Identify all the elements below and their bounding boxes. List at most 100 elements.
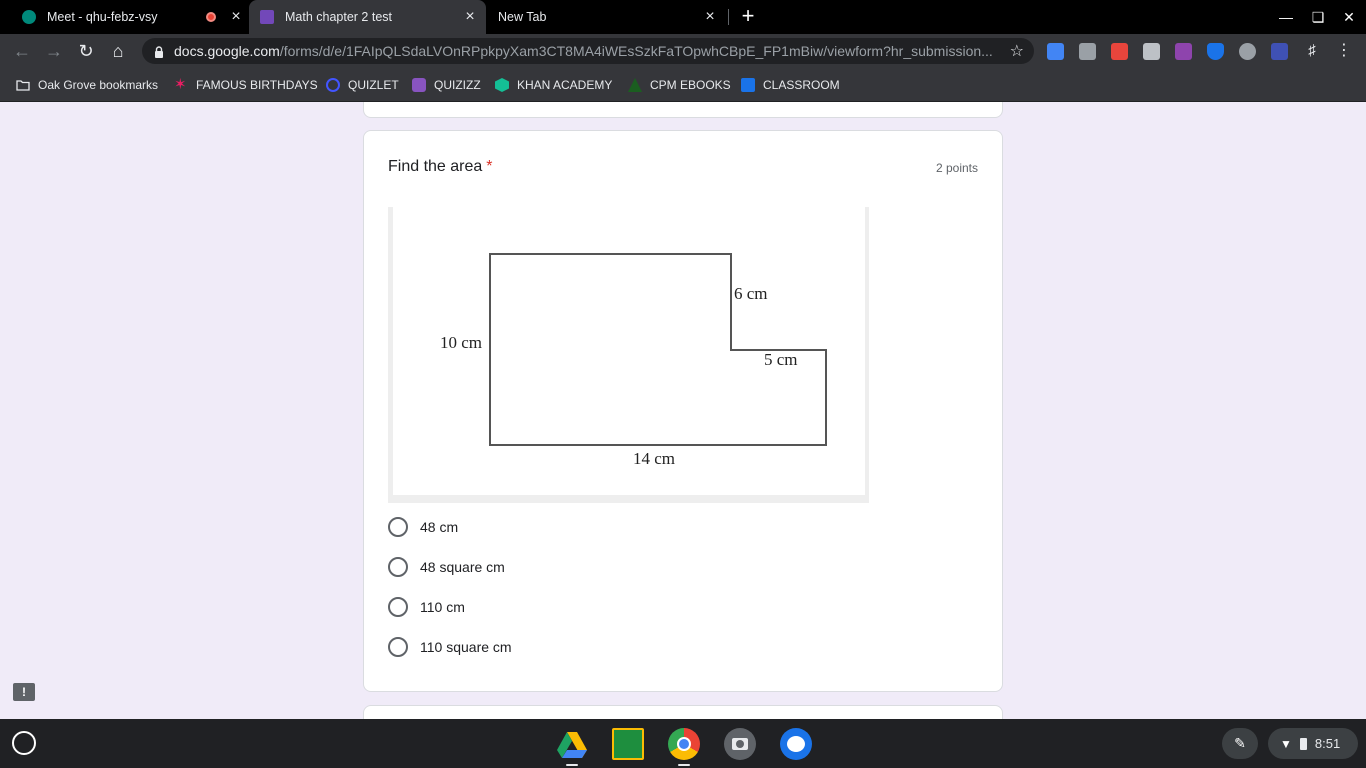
chrome-icon[interactable]	[668, 728, 700, 760]
tab-new-tab[interactable]: New Tab ×	[488, 0, 724, 34]
bookmark-star-icon[interactable]: ☆	[1010, 41, 1024, 61]
tab-meet[interactable]: Meet - qhu-febz-vsy ×	[12, 0, 244, 34]
pen-icon: ✎	[1234, 735, 1246, 751]
screencastify-icon[interactable]	[1111, 43, 1128, 60]
radio-button[interactable]	[388, 517, 408, 537]
forward-icon[interactable]: →	[42, 39, 66, 63]
readwrite-icon[interactable]	[1175, 43, 1192, 60]
system-tray[interactable]: ▼ 8:51	[1268, 728, 1358, 759]
c-extension-icon[interactable]	[1271, 43, 1288, 60]
option-48-square-cm[interactable]: 48 square cm	[388, 555, 505, 579]
home-icon[interactable]: ⌂	[106, 39, 130, 63]
option-label: 48 cm	[420, 519, 459, 535]
address-bar[interactable]: docs.google.com/forms/d/e/1FAIpQLSdaLVOn…	[142, 38, 1034, 64]
minimize-icon[interactable]: —	[1277, 8, 1295, 26]
bookmark-label: QUIZLET	[348, 78, 399, 92]
back-icon[interactable]: ←	[10, 39, 34, 63]
close-window-icon[interactable]: ✕	[1340, 8, 1358, 26]
lock-icon	[154, 45, 164, 58]
google-drive-icon[interactable]	[556, 728, 588, 760]
option-label: 48 square cm	[420, 559, 505, 575]
figure-canvas: 6 cm 10 cm 5 cm 14 cm	[393, 207, 865, 495]
camera-icon[interactable]	[724, 728, 756, 760]
tab-title: Meet - qhu-febz-vsy	[47, 10, 158, 24]
menu-kebab-icon[interactable]: ⋮	[1332, 39, 1356, 63]
question-title: Find the area *	[388, 158, 493, 176]
question-card: Find the area * 2 points 6 cm 10 cm 5 cm …	[363, 130, 1003, 692]
famous-birthdays-icon: ✶	[174, 76, 187, 93]
close-icon[interactable]: ×	[702, 8, 718, 25]
clock: 8:51	[1314, 736, 1341, 751]
google-forms-icon	[260, 10, 274, 24]
classroom-icon	[741, 78, 755, 92]
bookmark-label: Oak Grove bookmarks	[38, 78, 159, 92]
question-image: 6 cm 10 cm 5 cm 14 cm	[388, 207, 869, 503]
os-shelf: ✎ ▼ 8:51	[0, 719, 1366, 768]
google-classroom-icon[interactable]	[612, 728, 644, 760]
khan-academy-icon	[495, 78, 509, 92]
wifi-icon: ▼	[1280, 736, 1292, 751]
bookmark-label: KHAN ACADEMY	[517, 78, 613, 92]
folder-icon	[16, 78, 30, 92]
shield-icon[interactable]	[1207, 43, 1224, 60]
tab-title: Math chapter 2 test	[285, 10, 393, 24]
points-label: 2 points	[935, 161, 978, 175]
tab-math-chapter-2-test[interactable]: Math chapter 2 test ×	[249, 0, 486, 34]
recording-icon	[206, 12, 216, 22]
previous-question-card	[363, 102, 1003, 118]
radio-button[interactable]	[388, 637, 408, 657]
option-label: 110 cm	[420, 599, 465, 615]
print-extension-icon[interactable]	[1079, 43, 1096, 60]
option-110-cm[interactable]: 110 cm	[388, 595, 465, 619]
bookmark-quizizz[interactable]: QUIZIZZ	[412, 68, 481, 102]
url-text: docs.google.com/forms/d/e/1FAIpQLSdaLVOn…	[174, 43, 992, 59]
bookmark-classroom[interactable]: CLASSROOM	[741, 68, 840, 102]
radio-button[interactable]	[388, 597, 408, 617]
bookmark-label: CPM EBOOKS	[650, 78, 731, 92]
label-5cm: 5 cm	[764, 350, 798, 369]
radio-button[interactable]	[388, 557, 408, 577]
quizlet-icon	[326, 78, 340, 92]
running-indicator	[566, 764, 578, 766]
label-6cm: 6 cm	[734, 284, 768, 303]
form-page[interactable]: Find the area * 2 points 6 cm 10 cm 5 cm …	[0, 102, 1366, 719]
bookmark-quizlet[interactable]: QUIZLET	[326, 68, 399, 102]
bookmark-khan-academy[interactable]: KHAN ACADEMY	[495, 68, 612, 102]
label-14cm: 14 cm	[633, 449, 675, 468]
bookmarks-bar: Oak Grove bookmarks ✶ FAMOUS BIRTHDAYS Q…	[0, 68, 1366, 102]
option-110-square-cm[interactable]: 110 square cm	[388, 635, 512, 659]
next-question-card	[363, 705, 1003, 719]
required-asterisk: *	[486, 158, 493, 175]
bookmark-label: QUIZIZZ	[434, 78, 481, 92]
tab-strip: Meet - qhu-febz-vsy × Math chapter 2 tes…	[0, 0, 1366, 34]
new-tab-button[interactable]: +	[738, 5, 758, 27]
extensions-puzzle-icon[interactable]: ♯	[1300, 39, 1324, 63]
question-title-text: Find the area	[388, 158, 483, 175]
stylus-tools-button[interactable]: ✎	[1222, 728, 1258, 759]
bookmark-cpm-ebooks[interactable]: CPM EBOOKS	[628, 68, 731, 102]
tab-title: New Tab	[498, 10, 547, 24]
close-icon[interactable]: ×	[462, 8, 478, 25]
location-extension-icon[interactable]	[1239, 43, 1256, 60]
reload-icon[interactable]: ↻	[74, 39, 98, 63]
cpm-icon	[628, 78, 642, 92]
option-48-cm[interactable]: 48 cm	[388, 515, 458, 539]
l-shape-figure: 6 cm 10 cm 5 cm 14 cm	[440, 253, 827, 468]
bookmark-oak-grove[interactable]: Oak Grove bookmarks	[16, 68, 158, 102]
bookmark-famous-birthdays[interactable]: ✶ FAMOUS BIRTHDAYS	[174, 68, 318, 102]
camera-lens	[736, 740, 744, 748]
bookmark-label: FAMOUS BIRTHDAYS	[196, 78, 318, 92]
running-indicator	[678, 764, 690, 766]
feedback-icon[interactable]: !	[13, 683, 35, 701]
battery-icon	[1299, 737, 1307, 750]
screenshot-extension-icon[interactable]	[1143, 43, 1160, 60]
google-translate-icon[interactable]	[1047, 43, 1064, 60]
close-icon[interactable]: ×	[228, 8, 244, 25]
launcher-icon[interactable]	[12, 731, 36, 755]
chrome-icon-center	[677, 737, 691, 751]
quizizz-icon	[412, 78, 426, 92]
canvas-icon[interactable]	[780, 728, 812, 760]
restore-icon[interactable]: ❏	[1309, 8, 1327, 26]
browser-toolbar: ← → ↻ ⌂ docs.google.com/forms/d/e/1FAIpQ…	[0, 34, 1366, 68]
bookmark-label: CLASSROOM	[763, 78, 840, 92]
